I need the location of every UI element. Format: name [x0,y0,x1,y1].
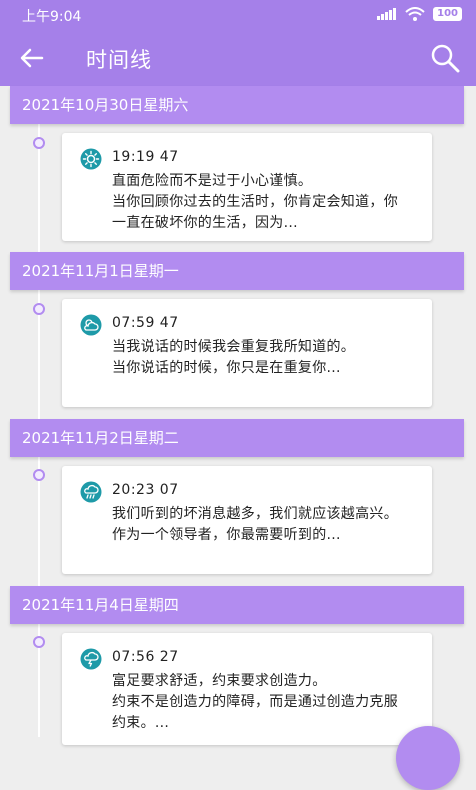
timeline-card[interactable]: 19:19 47 直面危险而不是过于小心谨慎。 当你回顾你过去的生活时，你肯定会知… [62,133,432,241]
timeline-card[interactable]: 07:59 47 当我说话的时候我会重复我所知道的。 当你说话的时候，你只是在重复… [62,299,432,407]
battery-icon: 100 [433,7,462,21]
partly-cloudy-icon [80,314,102,336]
date-header: 2021年10月30日星期六 [10,86,464,124]
page-title: 时间线 [86,48,152,72]
date-header: 2021年11月4日星期四 [10,586,464,624]
entry-time: 19:19 47 [112,149,179,165]
entry-time: 20:23 07 [112,482,179,498]
entry-time: 07:59 47 [112,315,179,331]
add-entry-fab[interactable] [396,726,460,790]
timeline-dot [33,137,45,149]
entry-text: 我们听到的坏消息越多，我们就应该越高兴。 作为一个领导者，你最需要听到的... [112,506,398,543]
sunny-icon [80,148,102,170]
wifi-icon [405,7,425,21]
entry-text: 当我说话的时候我会重复我所知道的。 当你说话的时候，你只是在重复你... [112,339,356,376]
status-time: 上午9:04 [22,9,82,25]
status-icons: 100 [377,7,462,21]
timeline-dot [33,303,45,315]
search-icon[interactable] [430,43,460,73]
entry-text: 直面危险而不是过于小心谨慎。 当你回顾你过去的生活时，你肯定会知道，你一直在破坏你… [112,173,398,231]
thunderstorm-icon [80,648,102,670]
timeline-card[interactable]: 20:23 07 我们听到的坏消息越多，我们就应该越高兴。 作为一个领导者，你最需… [62,466,432,574]
app-bar: 时间线 [0,30,476,86]
date-header: 2021年11月1日星期一 [10,252,464,290]
status-bar: 上午9:04 100 [0,0,476,30]
date-header: 2021年11月2日星期二 [10,419,464,457]
timeline-card[interactable]: 07:56 27 富足要求舒适，约束要求创造力。 约束不是创造力的障碍，而是通过创… [62,633,432,745]
timeline-dot [33,469,45,481]
rain-icon [80,481,102,503]
signal-icon [377,8,397,20]
timeline-dot [33,636,45,648]
entry-time: 07:56 27 [112,649,179,665]
entry-text: 富足要求舒适，约束要求创造力。 约束不是创造力的障碍，而是通过创造力克服约束。..… [112,673,398,731]
back-arrow-icon[interactable] [18,44,46,72]
